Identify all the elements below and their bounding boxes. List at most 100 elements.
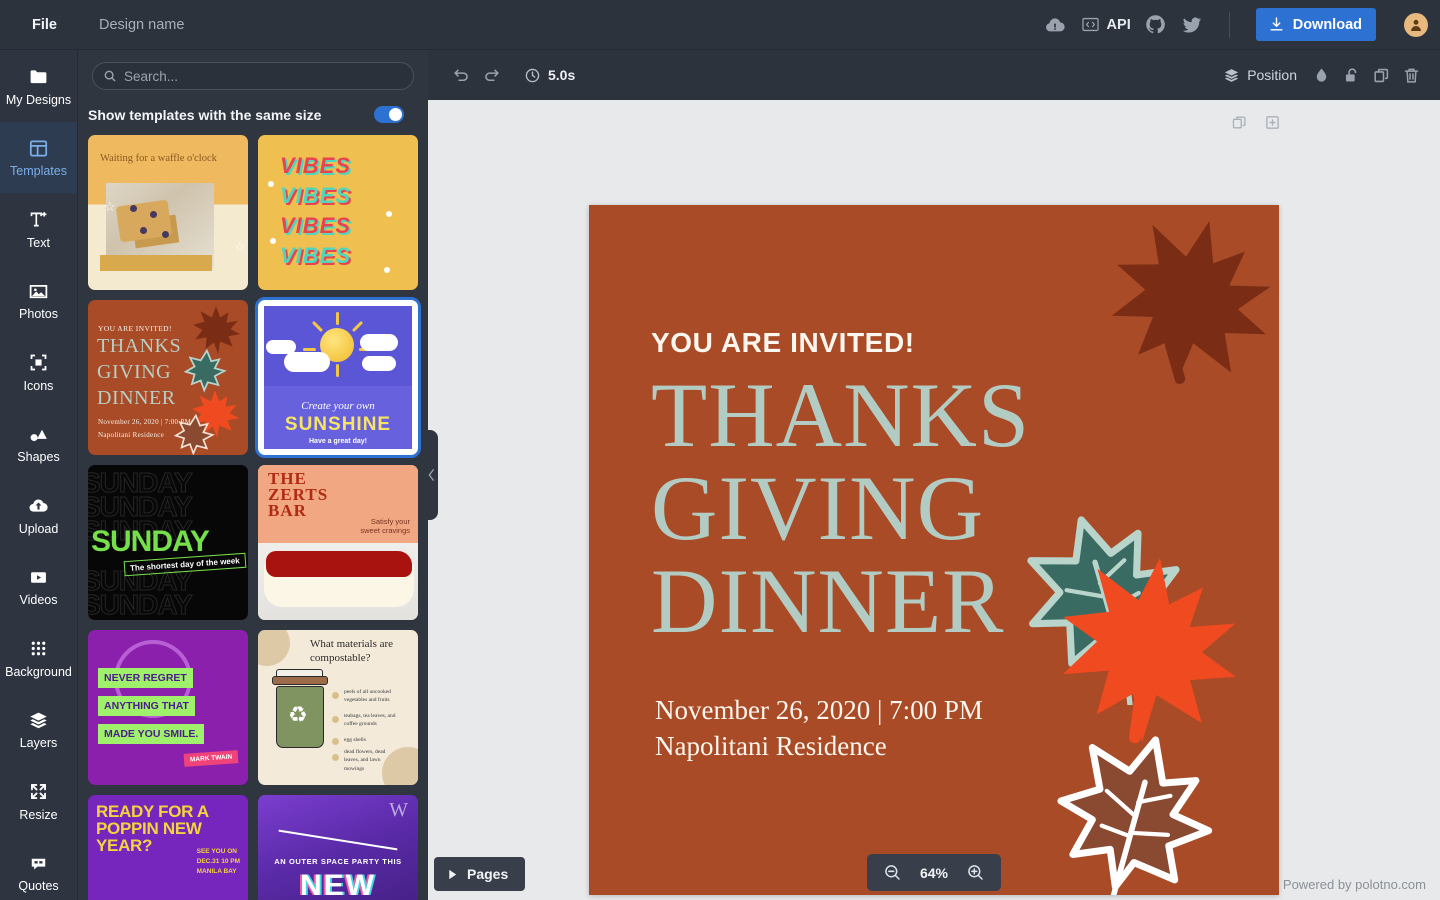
layers-icon [1223,67,1240,84]
bullet-icon [332,716,339,723]
chevron-left-icon [427,469,436,481]
api-link[interactable]: API [1080,14,1131,36]
search-box[interactable] [92,62,414,90]
sidebar-item-icons[interactable]: Icons [0,336,77,408]
sun-ray-icon [336,312,339,325]
sidebar-item-videos[interactable]: Videos [0,551,77,623]
regret-artwork: NEVER REGRET ANYTHING THAT MADE YOU SMIL… [88,630,248,785]
download-button[interactable]: Download [1256,8,1376,41]
template-card-vibes[interactable]: VIBES VIBES VIBES VIBES [258,135,418,290]
upload-cloud-icon [28,495,49,517]
same-size-toggle[interactable] [374,106,404,123]
bullet-icon [332,738,339,745]
template-card-waffle[interactable]: Waiting for a waffle o'clock ☆ ☆ [88,135,248,290]
template-card-sunshine[interactable]: Create your own SUNSHINE Have a great da… [258,300,418,455]
zoom-percent[interactable]: 64% [916,865,952,881]
templates-grid: Waiting for a waffle o'clock ☆ ☆ [88,135,418,900]
outer-space-artwork: W AN OUTER SPACE PARTY THIS NEW [258,795,418,900]
template-card-never-regret[interactable]: NEVER REGRET ANYTHING THAT MADE YOU SMIL… [88,630,248,785]
sidebar-item-quotes[interactable]: Quotes [0,837,77,900]
undo-button[interactable] [446,60,476,90]
star-icon: ☆ [234,239,246,255]
vibes-artwork: VIBES VIBES VIBES VIBES [258,135,418,290]
app-root: File Design name API Download [0,0,1440,900]
berry-icon [130,205,137,212]
template-card-zerts[interactable]: THE ZERTS BAR Satisfy your sweet craving… [258,465,418,620]
template-card-outer-space[interactable]: W AN OUTER SPACE PARTY THIS NEW [258,795,418,900]
triangle-right-icon [447,869,458,880]
sidebar-item-layers[interactable]: Layers [0,694,77,766]
workspace: 5.0s Position [428,50,1440,900]
thanks-line-1: THANKS [97,336,181,356]
bullet-icon [332,754,339,761]
position-button[interactable]: Position [1214,62,1306,89]
redo-button[interactable] [476,60,506,90]
dot-icon [384,267,390,273]
berry-icon [150,211,157,218]
zoom-in-icon[interactable] [966,863,985,882]
canvas-place: Napolitani Residence [655,728,983,764]
compost-item: dead flowers, dead leaves, and lawn mowi… [344,748,400,773]
sunday-ghost: SUNDAY [88,589,192,620]
template-card-compostable[interactable]: What materials are compostable? ♻ pe [258,630,418,785]
pages-button[interactable]: Pages [434,857,525,891]
delete-button[interactable] [1396,60,1426,90]
duplicate-icon [1372,66,1391,85]
clock-icon [524,67,541,84]
user-avatar-icon[interactable] [1404,13,1428,37]
maple-leaf-dark-brown-icon[interactable] [1099,215,1279,390]
add-text-icon [28,209,49,231]
canvas-area[interactable]: YOU ARE INVITED! THANKS GIVING DINNER No… [428,100,1440,900]
sidebar-item-templates[interactable]: Templates [0,122,77,194]
template-card-thanksgiving[interactable]: YOU ARE INVITED! THANKS GIVING DINNER No… [88,300,248,455]
maple-leaf-orange-red-icon[interactable] [1047,553,1247,748]
sidebar-item-my-designs[interactable]: My Designs [0,50,77,122]
icons-frame-icon [28,352,49,374]
thanks-line-3: DINNER [97,388,176,408]
sun-ray-icon [303,348,316,351]
search-input[interactable] [124,69,413,84]
design-name-input[interactable]: Design name [91,12,192,38]
template-card-new-year[interactable]: READY FOR A POPPIN NEW YEAR? SEE YOU ON … [88,795,248,900]
canvas-invited-text[interactable]: YOU ARE INVITED! [651,327,915,359]
layers-stack-icon [28,709,49,731]
file-menu-button[interactable]: File [20,12,69,38]
cloud-icon [360,334,398,351]
waffle-caption: Waiting for a waffle o'clock [100,153,238,164]
sunshine-artwork: Create your own SUNSHINE Have a great da… [258,300,418,455]
twitter-icon[interactable] [1181,14,1203,36]
zerts-title: THE ZERTS BAR [268,471,328,519]
zoom-out-icon[interactable] [883,863,902,882]
panel-search-area [78,50,428,100]
dot-icon [386,211,392,217]
zoom-controls: 64% [867,854,1001,891]
canvas-details[interactable]: November 26, 2020 | 7:00 PM Napolitani R… [655,692,983,765]
sun-ray-icon [352,321,363,332]
design-canvas[interactable]: YOU ARE INVITED! THANKS GIVING DINNER No… [589,205,1279,895]
opacity-button[interactable] [1306,60,1336,90]
sun-ray-icon [336,364,339,377]
add-page-icon[interactable] [1264,114,1281,136]
canvas-headline[interactable]: THANKS GIVING DINNER [651,365,1030,645]
compost-bin-lid [272,676,328,685]
duration-control[interactable]: 5.0s [524,67,575,84]
lock-button[interactable] [1336,60,1366,90]
sidebar-item-label: My Designs [6,94,71,107]
dot-icon [270,238,276,244]
github-icon[interactable] [1145,14,1167,36]
cloud-warning-icon[interactable] [1044,14,1066,36]
trash-icon [1402,66,1421,85]
shapes-icon [28,423,49,445]
duplicate-button[interactable] [1366,60,1396,90]
template-card-sunday[interactable]: SUNDAY SUNDAY SUNDAY SUNDAY SUNDAY SUNDA… [88,465,248,620]
sidebar-item-text[interactable]: Text [0,193,77,265]
berry-icon [140,227,147,234]
sidebar-item-background[interactable]: Background [0,622,77,694]
sidebar-item-photos[interactable]: Photos [0,265,77,337]
duplicate-page-icon[interactable] [1231,114,1248,136]
sidebar-item-shapes[interactable]: Shapes [0,408,77,480]
sidebar-item-resize[interactable]: Resize [0,765,77,837]
panel-collapse-handle[interactable] [424,430,438,520]
sidebar-item-upload[interactable]: Upload [0,479,77,551]
templates-scroll[interactable]: Waiting for a waffle o'clock ☆ ☆ [78,135,428,900]
